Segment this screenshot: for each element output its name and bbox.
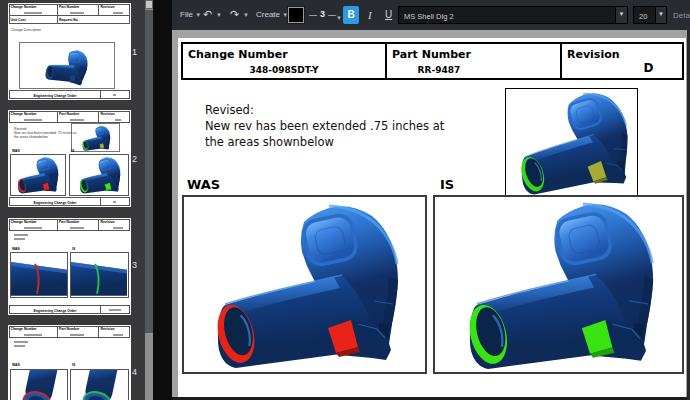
was-label: WAS bbox=[187, 177, 220, 192]
detail-label[interactable]: Detai bbox=[673, 11, 690, 20]
sidebar-scrollbar-up-button[interactable] bbox=[145, 0, 153, 9]
page-number-4: 4 bbox=[132, 367, 144, 377]
overview-image-box bbox=[505, 88, 638, 196]
color-swatch[interactable] bbox=[288, 7, 304, 23]
sidebar-scrollbar-thumb[interactable] bbox=[145, 10, 153, 333]
part-number-value: RR-9487 bbox=[387, 65, 491, 75]
part-number-label: Part Number bbox=[387, 44, 560, 61]
svg-text:Part Number: Part Number bbox=[59, 220, 80, 224]
is-image-box bbox=[433, 195, 684, 374]
redo-dropdown[interactable]: ▼ bbox=[243, 12, 249, 18]
svg-text:Revision: Revision bbox=[101, 112, 115, 116]
thumb-request-no-label: Request No bbox=[59, 18, 78, 22]
thumb-footer-label: Engineering Change Order bbox=[33, 94, 77, 98]
thumb-change-description-label: Change Description bbox=[11, 28, 41, 32]
is-model-image bbox=[456, 198, 661, 371]
page-number-2: 2 bbox=[132, 154, 144, 164]
page-thumbnail-3[interactable]: Change Number Part Number Revision WAS I… bbox=[8, 218, 131, 315]
change-number-label: Change Number bbox=[183, 44, 385, 61]
undo-button[interactable]: ↶ bbox=[203, 8, 212, 21]
line-width-dropdown[interactable]: ▼ bbox=[336, 15, 342, 21]
thumb-unit-cost-label: Unit Cost bbox=[11, 18, 27, 22]
eco-header-table: Change Number 348-098SDT-Y Part Number R… bbox=[181, 42, 684, 80]
svg-text:Change Number: Change Number bbox=[11, 112, 38, 116]
thumbnail-sidebar: Change Number Part Number Revision Unit … bbox=[0, 0, 145, 400]
svg-text:IS: IS bbox=[72, 363, 76, 367]
page-thumbnail-2[interactable]: Change Number Part Number Revision Revis… bbox=[8, 110, 131, 207]
svg-text:Revision: Revision bbox=[101, 220, 115, 224]
chevron-down-icon: ▼ bbox=[615, 7, 627, 23]
svg-text:IS: IS bbox=[71, 149, 75, 153]
bold-button[interactable]: B bbox=[343, 6, 359, 24]
font-family-select[interactable]: MS Shell Dlg 2 ▼ bbox=[398, 6, 628, 24]
change-number-value: 348-098SDT-Y bbox=[183, 65, 385, 75]
create-menu[interactable]: Create ▼ bbox=[256, 10, 288, 19]
document-page: Change Number 348-098SDT-Y Part Number R… bbox=[178, 38, 686, 397]
chevron-down-icon: ▼ bbox=[195, 12, 201, 18]
thumb-part-number-label: Part Number bbox=[59, 5, 80, 9]
svg-text:Engineering Change Order: Engineering Change Order bbox=[33, 309, 77, 313]
was-image-box bbox=[182, 195, 427, 374]
revision-label: Revision bbox=[562, 44, 682, 61]
revision-value: D bbox=[644, 61, 654, 75]
svg-text:WAS: WAS bbox=[12, 247, 20, 251]
was-model-image bbox=[205, 200, 405, 370]
line-width-control[interactable]: —3— bbox=[309, 9, 336, 19]
document-viewport: Change Number 348-098SDT-Y Part Number R… bbox=[172, 30, 687, 400]
svg-text:Revision: Revision bbox=[101, 327, 115, 331]
sidebar-scrollbar[interactable] bbox=[145, 0, 153, 400]
svg-text:Part Number: Part Number bbox=[59, 112, 80, 116]
italic-button[interactable]: I bbox=[368, 9, 372, 21]
line-width-value: 3 bbox=[317, 9, 328, 19]
svg-text:Part Number: Part Number bbox=[59, 327, 80, 331]
overview-model-image bbox=[506, 87, 637, 197]
revision-note: Revised: New rev has been extended .75 i… bbox=[205, 102, 515, 150]
thumb-change-number-label: Change Number bbox=[11, 5, 38, 9]
is-label: IS bbox=[440, 177, 454, 192]
undo-dropdown[interactable]: ▼ bbox=[216, 12, 222, 18]
page-number-1: 1 bbox=[132, 47, 144, 57]
svg-text:Change Number: Change Number bbox=[11, 327, 38, 331]
thumb-revision-label: Revision bbox=[101, 5, 115, 9]
svg-text:the areas shownbelow: the areas shownbelow bbox=[14, 135, 48, 139]
svg-text:IS: IS bbox=[72, 247, 76, 251]
redo-button[interactable]: ↷ bbox=[230, 8, 239, 21]
page-number-3: 3 bbox=[132, 260, 144, 270]
page-thumbnail-1[interactable]: Change Number Part Number Revision Unit … bbox=[8, 3, 131, 100]
svg-text:Change Number: Change Number bbox=[11, 220, 38, 224]
panel-divider bbox=[153, 0, 172, 400]
underline-button[interactable]: U bbox=[385, 9, 392, 20]
page-thumbnail-4[interactable]: Change Number Part Number Revision WAS I… bbox=[8, 325, 131, 400]
toolbar: File ▼ ↶ ▼ ↷ ▼ Create ▼ —3— ▼ B I U MS S… bbox=[172, 0, 690, 30]
file-menu[interactable]: File ▼ bbox=[180, 10, 201, 19]
svg-text:WAS: WAS bbox=[12, 363, 20, 367]
svg-text:Engineering Change Order: Engineering Change Order bbox=[33, 201, 77, 205]
chevron-down-icon: ▼ bbox=[655, 7, 666, 23]
svg-text:WAS: WAS bbox=[12, 149, 20, 153]
font-size-select[interactable]: 20 ▼ bbox=[633, 6, 667, 24]
